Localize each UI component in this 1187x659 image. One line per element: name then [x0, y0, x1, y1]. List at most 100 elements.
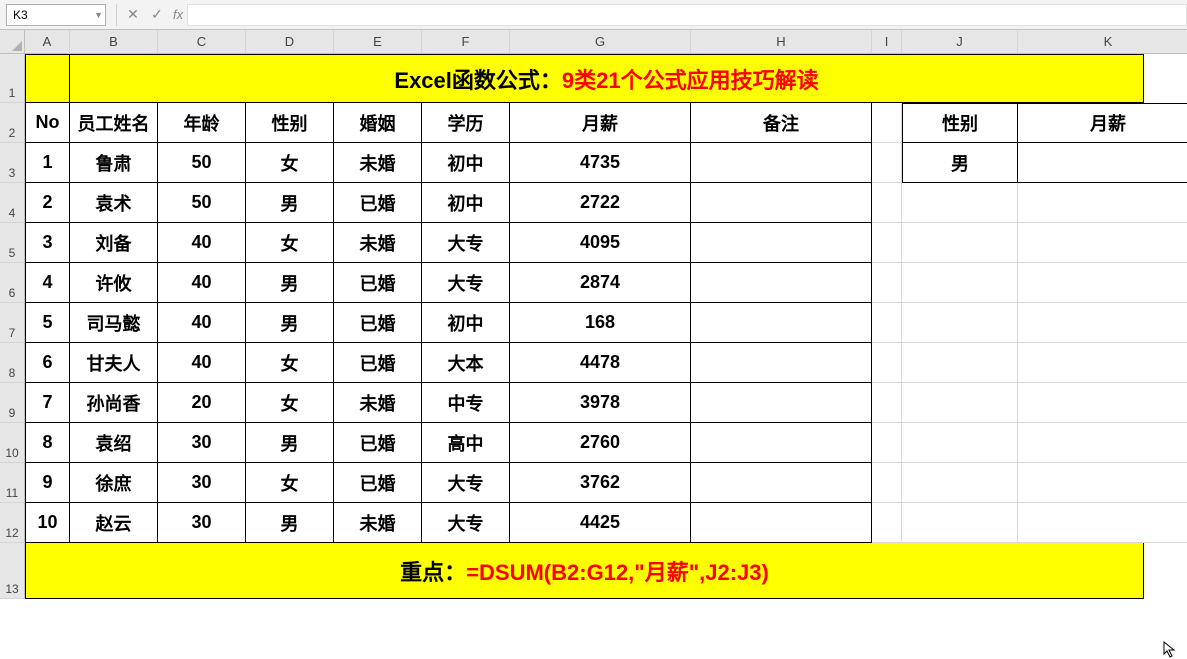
col-header-K[interactable]: K: [1018, 30, 1187, 54]
col-header-A[interactable]: A: [25, 30, 70, 54]
cell[interactable]: [872, 103, 902, 143]
cell-sex[interactable]: 女: [246, 223, 334, 263]
row-header-11[interactable]: 11: [0, 463, 25, 503]
cell-no[interactable]: 6: [25, 343, 70, 383]
cell[interactable]: [1018, 223, 1187, 263]
chevron-down-icon[interactable]: ▼: [94, 10, 103, 20]
hdr-salary[interactable]: 月薪: [510, 103, 691, 143]
col-header-B[interactable]: B: [70, 30, 158, 54]
cell-no[interactable]: 9: [25, 463, 70, 503]
row-header-1[interactable]: 1: [0, 54, 25, 103]
cell[interactable]: [872, 143, 902, 183]
cell-no[interactable]: 5: [25, 303, 70, 343]
cell-name[interactable]: 甘夫人: [70, 343, 158, 383]
cell-remark[interactable]: [691, 383, 872, 423]
cell-remark[interactable]: [691, 183, 872, 223]
cell[interactable]: [1018, 423, 1187, 463]
col-header-D[interactable]: D: [246, 30, 334, 54]
row-header-10[interactable]: 10: [0, 423, 25, 463]
row-header-8[interactable]: 8: [0, 343, 25, 383]
cell-edu[interactable]: 大专: [422, 503, 510, 543]
cell-marriage[interactable]: 已婚: [334, 263, 422, 303]
cell[interactable]: [872, 303, 902, 343]
cell-name[interactable]: 袁术: [70, 183, 158, 223]
cell-remark[interactable]: [691, 223, 872, 263]
cell-marriage[interactable]: 未婚: [334, 383, 422, 423]
cell-age[interactable]: 40: [158, 343, 246, 383]
cell-marriage[interactable]: 未婚: [334, 143, 422, 183]
hdr-age[interactable]: 年龄: [158, 103, 246, 143]
cancel-icon[interactable]: ✕: [121, 6, 145, 23]
cell-name[interactable]: 徐庶: [70, 463, 158, 503]
cell-remark[interactable]: [691, 143, 872, 183]
name-box[interactable]: K3 ▼: [6, 4, 106, 26]
cell[interactable]: [1018, 183, 1187, 223]
row-header-9[interactable]: 9: [0, 383, 25, 423]
cell-sex[interactable]: 男: [246, 303, 334, 343]
cell[interactable]: [872, 343, 902, 383]
cell-marriage[interactable]: 已婚: [334, 463, 422, 503]
cell-no[interactable]: 2: [25, 183, 70, 223]
col-header-J[interactable]: J: [902, 30, 1018, 54]
cell-name[interactable]: 孙尚香: [70, 383, 158, 423]
cell-salary[interactable]: 3978: [510, 383, 691, 423]
cell-age[interactable]: 50: [158, 143, 246, 183]
cell-marriage[interactable]: 已婚: [334, 423, 422, 463]
cell-remark[interactable]: [691, 463, 872, 503]
cell-sex[interactable]: 女: [246, 343, 334, 383]
cell-sex[interactable]: 男: [246, 503, 334, 543]
row-header-12[interactable]: 12: [0, 503, 25, 543]
cell[interactable]: [902, 343, 1018, 383]
hdr-marriage[interactable]: 婚姻: [334, 103, 422, 143]
cell-no[interactable]: 10: [25, 503, 70, 543]
cell[interactable]: [872, 183, 902, 223]
row-header-13[interactable]: 13: [0, 543, 25, 599]
cell-age[interactable]: 20: [158, 383, 246, 423]
cell-remark[interactable]: [691, 263, 872, 303]
cell-marriage[interactable]: 已婚: [334, 343, 422, 383]
cell-name[interactable]: 刘备: [70, 223, 158, 263]
cell-no[interactable]: 7: [25, 383, 70, 423]
cell-name[interactable]: 司马懿: [70, 303, 158, 343]
cell-edu[interactable]: 大专: [422, 463, 510, 503]
cell-sex[interactable]: 男: [246, 423, 334, 463]
cell[interactable]: [902, 303, 1018, 343]
cell-edu[interactable]: 初中: [422, 303, 510, 343]
cell-marriage[interactable]: 未婚: [334, 503, 422, 543]
cell[interactable]: [902, 383, 1018, 423]
cell-age[interactable]: 30: [158, 503, 246, 543]
cell-salary[interactable]: 3762: [510, 463, 691, 503]
cell-name[interactable]: 许攸: [70, 263, 158, 303]
row-header-4[interactable]: 4: [0, 183, 25, 223]
cell-age[interactable]: 40: [158, 223, 246, 263]
col-header-H[interactable]: H: [691, 30, 872, 54]
cell[interactable]: [902, 223, 1018, 263]
hdr-edu[interactable]: 学历: [422, 103, 510, 143]
cell[interactable]: [902, 503, 1018, 543]
cell-salary[interactable]: 2760: [510, 423, 691, 463]
cell[interactable]: [872, 463, 902, 503]
cell[interactable]: [1018, 463, 1187, 503]
cell-sex[interactable]: 女: [246, 463, 334, 503]
crit-hdr-sex[interactable]: 性别: [902, 103, 1018, 143]
cell-edu[interactable]: 高中: [422, 423, 510, 463]
cell-edu[interactable]: 初中: [422, 143, 510, 183]
cell-remark[interactable]: [691, 303, 872, 343]
cell-salary[interactable]: 4425: [510, 503, 691, 543]
cell-edu[interactable]: 大本: [422, 343, 510, 383]
cell-edu[interactable]: 中专: [422, 383, 510, 423]
cell[interactable]: [872, 263, 902, 303]
crit-salary[interactable]: [1018, 143, 1187, 183]
cell-edu[interactable]: 初中: [422, 183, 510, 223]
cell[interactable]: [1018, 263, 1187, 303]
col-header-G[interactable]: G: [510, 30, 691, 54]
cell-marriage[interactable]: 已婚: [334, 183, 422, 223]
check-icon[interactable]: ✓: [145, 6, 169, 23]
cell[interactable]: [872, 503, 902, 543]
cell-salary[interactable]: 4478: [510, 343, 691, 383]
cell[interactable]: [1018, 503, 1187, 543]
cell[interactable]: [902, 463, 1018, 503]
cell-no[interactable]: 4: [25, 263, 70, 303]
row-header-6[interactable]: 6: [0, 263, 25, 303]
cell-salary[interactable]: 2722: [510, 183, 691, 223]
